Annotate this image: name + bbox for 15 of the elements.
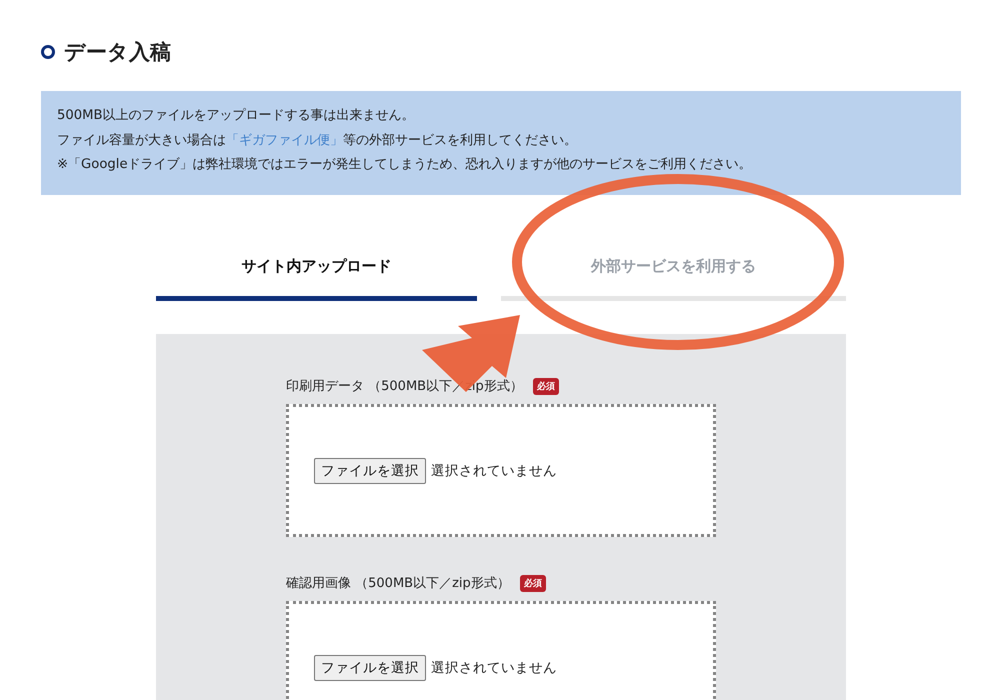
choose-file-button[interactable]: ファイルを選択 — [314, 654, 426, 680]
notice-text: ※「Googleドライブ」は弊社環境ではエラーが発生してしまうため、恐れ入りますが他のサービスをご利用ください。 — [57, 156, 753, 174]
page-title: データ入稿 — [64, 39, 171, 66]
notice-text: 500MB以上のファイルをアップロードする事は出来ません。 — [57, 107, 416, 125]
file-drop-area[interactable]: ファイルを選択 選択されていません — [286, 404, 716, 537]
choose-file-button[interactable]: ファイルを選択 — [314, 458, 426, 484]
tab[interactable]: サイト内アップロード — [156, 237, 477, 301]
field-label: 確認用画像 （500MB以下／zip形式） — [286, 575, 510, 592]
circle-bullet-icon — [41, 45, 55, 59]
file-status-text: 選択されていません — [431, 462, 557, 480]
required-badge: 必須 — [532, 378, 559, 394]
notice-text: ファイル容量が大きい場合は「ギガファイル便」等の外部サービスを利用してください。 — [57, 132, 578, 150]
required-badge: 必須 — [520, 574, 546, 592]
file-drop-area[interactable]: ファイルを選択 選択されていません — [286, 601, 716, 700]
file-status-text: 選択されていません — [431, 658, 557, 676]
